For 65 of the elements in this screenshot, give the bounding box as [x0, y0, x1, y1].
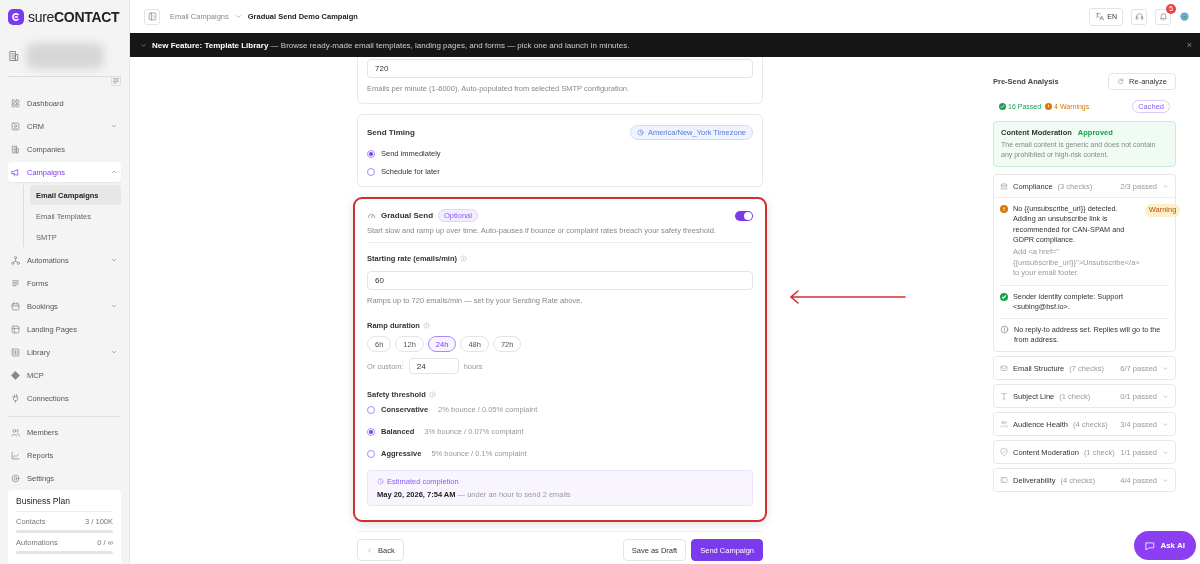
chat-icon: [1145, 540, 1156, 551]
shield-check-icon: [1000, 448, 1008, 457]
chevron-left-icon: [366, 546, 373, 554]
chevron-down-icon[interactable]: [1162, 476, 1169, 484]
chevron-up-icon[interactable]: [1162, 182, 1169, 190]
input-field[interactable]: 24: [408, 358, 459, 374]
avatar-icon[interactable]: [1179, 11, 1190, 22]
warning-icon: [1000, 205, 1008, 214]
input-field[interactable]: 60: [367, 271, 753, 290]
envelope-icon: [1000, 364, 1008, 373]
notifications-button[interactable]: [1155, 8, 1171, 25]
refresh-icon: [1117, 78, 1125, 85]
warning-icon: [1045, 103, 1053, 110]
nodes-icon: [11, 255, 20, 265]
text-icon: [1000, 392, 1008, 401]
check-icon: [1000, 292, 1008, 301]
plug-icon: [11, 393, 20, 403]
list-icon: [11, 278, 20, 288]
logo-text: sureCONTACT: [28, 8, 120, 25]
people-icon: [1000, 420, 1008, 429]
info-icon: [428, 391, 436, 398]
ask-ai-button[interactable]: Ask AI: [1134, 531, 1196, 560]
close-button[interactable]: ×: [1186, 40, 1192, 50]
chart-icon: [11, 450, 20, 460]
input-field[interactable]: 720: [367, 59, 753, 78]
info-icon: [422, 322, 430, 329]
headset-icon: [1134, 12, 1144, 21]
building-icon: [11, 144, 20, 154]
gear-icon: [11, 473, 20, 483]
contact-card-icon: [11, 121, 20, 131]
gauge-icon: [367, 211, 376, 220]
support-button[interactable]: [1131, 8, 1147, 25]
book-icon: [11, 347, 20, 357]
sidebar-toggle-icon: [147, 12, 157, 21]
translate-icon: [1095, 12, 1105, 21]
building-icon: [8, 50, 20, 62]
people-icon: [11, 427, 20, 437]
card-icon: [1000, 476, 1008, 485]
megaphone-icon: [11, 167, 20, 177]
plan-title: Business Plan: [16, 496, 113, 512]
info-icon: [460, 255, 468, 262]
grid-icon: [11, 98, 20, 108]
chevron-down-icon: [140, 41, 147, 49]
layout-icon: [11, 324, 20, 334]
chevron-down-icon[interactable]: [1162, 448, 1169, 456]
chevron-down-icon: [234, 13, 242, 20]
chevron-down-icon[interactable]: [1162, 420, 1169, 428]
workspace-switcher[interactable]: [26, 43, 104, 69]
clock-icon: [377, 478, 384, 485]
list-icon: [111, 76, 121, 86]
logo-icon: [8, 8, 24, 25]
bell-icon: [1158, 12, 1168, 21]
info-icon: [1000, 325, 1009, 334]
check-icon: [999, 103, 1006, 110]
announcement-text: New Feature: Template Library — Browse ready-made email templates, landing pages, and forms — pick one and launch in minutes.: [152, 40, 631, 50]
card-title: Send Timing: [367, 128, 415, 137]
calendar-icon: [11, 301, 20, 311]
card-title: Gradual Send: [381, 211, 433, 220]
diamond-icon: [11, 370, 20, 380]
toggle-switch[interactable]: [735, 210, 753, 221]
bank-icon: [1000, 182, 1008, 191]
chevron-down-icon[interactable]: [1162, 392, 1169, 400]
chevron-down-icon[interactable]: [1162, 364, 1169, 372]
clock-icon: [636, 129, 644, 136]
sidebar-toggle-button[interactable]: [144, 8, 160, 25]
